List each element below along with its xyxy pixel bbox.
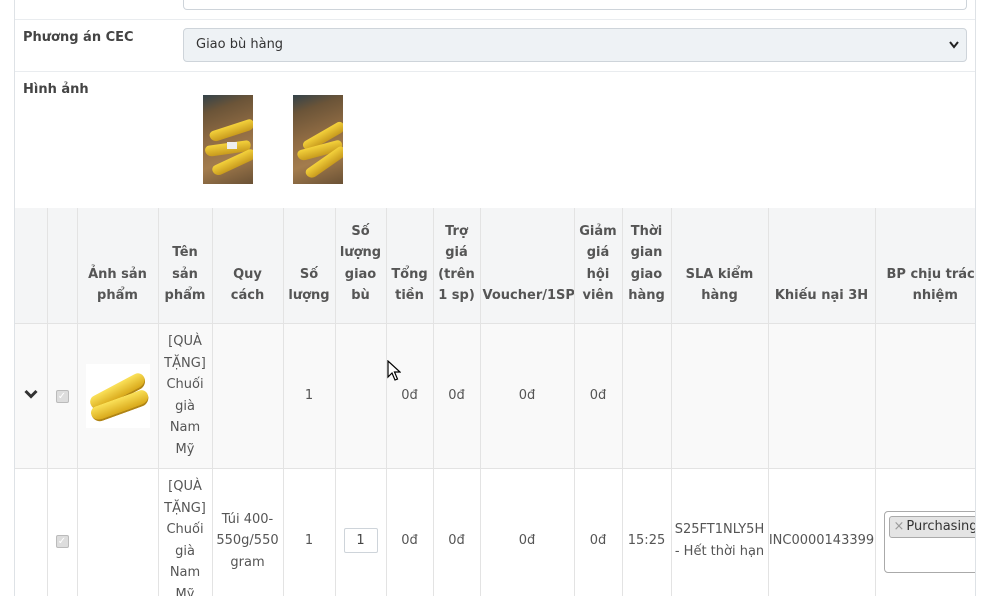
voucher-cell: 0đ: [479, 322, 574, 468]
images-label: Hình ảnh: [23, 82, 89, 97]
complaint-detail-panel: Phương án CEC Giao bù hàng Hình ảnh Ảnh …: [14, 0, 976, 596]
complaint-3h-cell: INC0000143399: [767, 467, 875, 596]
table-row: ✓ [QUÀ TẶNG] Chuối già Nam Mỹ Túi 400-55…: [15, 467, 976, 596]
responsible-dept-cell: [874, 322, 975, 468]
row-checkbox[interactable]: ✓: [55, 535, 69, 548]
row-checkbox[interactable]: ✓: [55, 389, 69, 403]
cec-option-label: Phương án CEC: [23, 30, 134, 45]
compensation-qty-input[interactable]: 1: [343, 528, 378, 554]
expand-cell[interactable]: [15, 322, 47, 468]
header-quantity: Số lượng: [282, 208, 335, 323]
top-field-row: [15, 0, 975, 20]
quantity-cell: 1: [282, 467, 335, 596]
header-expand: [15, 208, 47, 323]
responsible-dept-multiselect[interactable]: × Purchasing: [883, 510, 976, 573]
header-complaint-3h: Khiếu nại 3H: [767, 208, 875, 323]
header-product-name: Tên sản phẩm: [157, 208, 212, 323]
header-responsible-dept: BP chịu trách nhiệm: [874, 208, 975, 323]
select-cell: ✓: [46, 467, 77, 596]
sla-cell: S25FT1NLY5H - Hết thời hạn: [670, 467, 768, 596]
complaint-image-thumbnail[interactable]: [293, 95, 343, 184]
select-cell: ✓: [46, 322, 77, 468]
responsible-dept-cell: × Purchasing: [874, 467, 976, 596]
total-cell: 0đ: [385, 322, 433, 468]
header-subsidy: Trợ giá (trên 1 sp): [432, 208, 480, 323]
voucher-cell: 0đ: [479, 467, 574, 596]
subsidy-cell: 0đ: [432, 467, 480, 596]
header-select: [46, 208, 77, 323]
compensation-qty-cell: [334, 322, 386, 468]
header-spec: Quy cách: [211, 208, 283, 323]
product-name: [QUÀ TẶNG] Chuối già Nam Mỹ: [157, 322, 212, 468]
expand-cell: [15, 467, 47, 596]
delivery-time-cell: [621, 322, 671, 468]
compensation-qty-cell: 1: [334, 467, 386, 596]
header-member-discount: Giảm giá hội viên: [573, 208, 622, 323]
table-header-row: Ảnh sản phẩm Tên sản phẩm Quy cách Số lư…: [15, 208, 975, 323]
delivery-time-cell: 15:25: [621, 467, 671, 596]
header-product-image: Ảnh sản phẩm: [76, 208, 158, 323]
product-table: Ảnh sản phẩm Tên sản phẩm Quy cách Số lư…: [15, 208, 976, 596]
product-image: [85, 363, 151, 428]
subsidy-cell: 0đ: [432, 322, 480, 468]
table-row: ✓ [QUÀ TẶNG] Chuối già Nam Mỹ 1 0đ 0đ 0đ…: [15, 322, 975, 468]
cec-option-row: Phương án CEC Giao bù hàng: [15, 20, 975, 72]
spec-cell: [211, 322, 283, 468]
header-voucher: Voucher/1SP: [479, 208, 574, 323]
images-row: Hình ảnh: [15, 72, 975, 208]
page-margin: [976, 0, 1001, 596]
cec-option-value: Giao bù hàng: [196, 37, 284, 52]
remove-tag-icon[interactable]: ×: [894, 519, 905, 534]
header-sla: SLA kiểm hàng: [670, 208, 768, 323]
sla-cell: [670, 322, 768, 468]
header-compensation-qty: Số lượng giao bù: [334, 208, 386, 323]
top-text-input[interactable]: [183, 0, 967, 10]
complaint-image-thumbnail[interactable]: [203, 95, 253, 184]
spec-cell: Túi 400-550g/550 gram: [211, 467, 283, 596]
dept-tag: × Purchasing: [888, 515, 976, 538]
chevron-down-icon: [948, 29, 960, 74]
member-discount-cell: 0đ: [573, 322, 622, 468]
product-image-cell: [76, 322, 158, 468]
chevron-down-icon[interactable]: [24, 387, 38, 403]
header-total: Tổng tiền: [385, 208, 433, 323]
product-name: [QUÀ TẶNG] Chuối già Nam Mỹ: [157, 467, 212, 596]
total-cell: 0đ: [385, 467, 433, 596]
complaint-3h-cell: [767, 322, 875, 468]
product-image-cell: [76, 467, 158, 596]
header-delivery-time: Thời gian giao hàng: [621, 208, 671, 323]
mouse-cursor-icon: [387, 360, 401, 381]
member-discount-cell: 0đ: [573, 467, 622, 596]
quantity-cell: 1: [282, 322, 335, 468]
cec-option-select[interactable]: Giao bù hàng: [183, 28, 967, 62]
dept-tag-label: Purchasing: [906, 518, 976, 534]
